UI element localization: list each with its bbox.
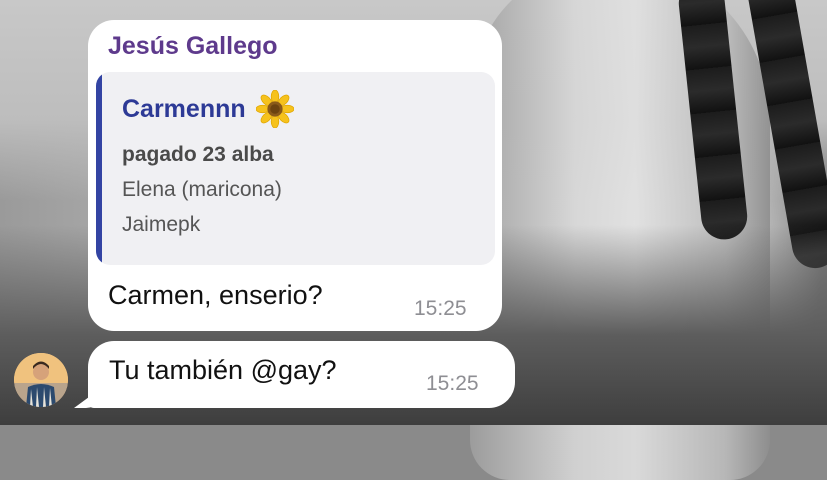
- message-text: Tu también @gay?: [109, 355, 337, 385]
- message-bubble[interactable]: Jesús Gallego Carmennn pagado 23 alba El…: [88, 20, 502, 331]
- reply-quote[interactable]: Carmennn pagado 23 alba Elena (maricona)…: [96, 72, 495, 265]
- reply-author-row: Carmennn: [122, 90, 294, 128]
- message-text: Carmen, enserio?: [108, 280, 323, 310]
- reply-line: pagado 23 alba: [122, 143, 274, 166]
- reply-accent-bar: [96, 72, 102, 265]
- sender-name[interactable]: Jesús Gallego: [108, 32, 278, 61]
- sender-avatar[interactable]: [14, 353, 68, 407]
- sunflower-icon: [255, 90, 294, 128]
- reply-line: Elena (maricona): [122, 178, 282, 201]
- reply-line: Jaimepk: [122, 213, 201, 236]
- reply-author: Carmennn: [122, 94, 246, 123]
- avatar-image: [14, 353, 68, 407]
- message-bubble[interactable]: Tu también @gay? 15:25: [88, 341, 515, 408]
- message-timestamp: 15:25: [414, 297, 467, 320]
- message-timestamp: 15:25: [426, 372, 479, 395]
